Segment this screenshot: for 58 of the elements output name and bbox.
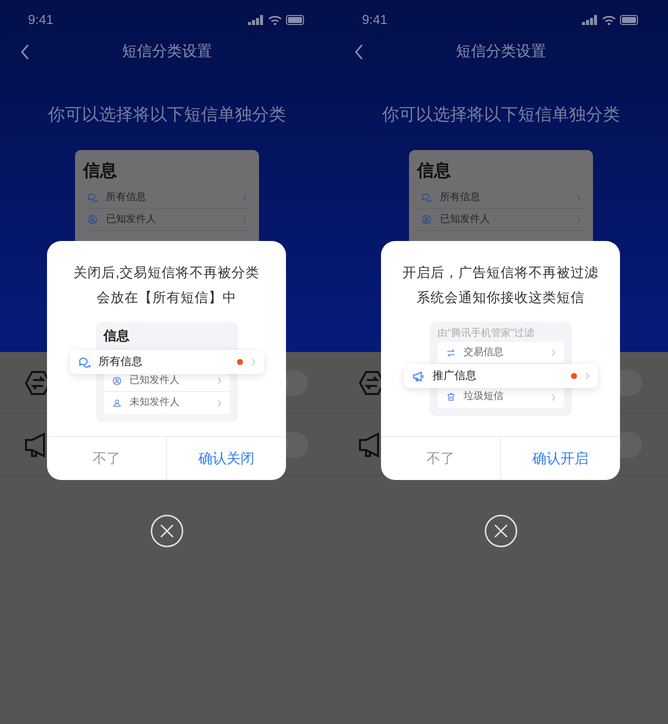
megaphone-icon: [412, 370, 424, 382]
preview-heading: 信息: [104, 327, 130, 345]
row-label: 垃圾短信: [464, 392, 504, 402]
person-icon: [112, 376, 122, 386]
signal-icon: [582, 15, 598, 25]
row-label: 所有信息: [106, 190, 147, 205]
row-label: 未知发件人: [130, 398, 180, 408]
chat-bubbles-icon: [87, 192, 98, 203]
close-icon[interactable]: [150, 514, 184, 548]
status-time: 9:41: [362, 11, 388, 30]
back-icon[interactable]: [354, 44, 364, 60]
battery-icon: [620, 15, 640, 25]
person-icon: [112, 398, 122, 408]
chevron-right-icon: [576, 216, 581, 223]
subtitle: 你可以选择将以下短信单独分类: [47, 104, 287, 126]
chevron-right-icon: [216, 400, 222, 406]
dialog-message: 系统会通知你接收这类短信: [416, 289, 584, 306]
row-label: 所有信息: [98, 356, 144, 368]
preview-caption: 由“腾讯手机管家”过滤: [438, 326, 536, 341]
cancel-button[interactable]: 不了: [47, 437, 166, 480]
chevron-right-icon: [550, 394, 556, 400]
chat-bubbles-icon: [78, 356, 90, 368]
person-icon: [421, 214, 432, 225]
dialog-message: 开启后，广告短信将不再被过滤: [402, 264, 598, 281]
card-title: 信息: [83, 160, 118, 182]
chevron-right-icon: [584, 372, 590, 380]
row-label: 交易信息: [464, 348, 504, 358]
dialog-message: 关闭后,交易短信将不再被分类: [74, 264, 260, 281]
chevron-right-icon: [242, 216, 247, 223]
chevron-right-icon: [250, 358, 256, 366]
row-label: 已知发件人: [130, 376, 180, 386]
trash-icon: [446, 392, 456, 402]
row-label: 已知发件人: [440, 213, 491, 227]
chevron-right-icon: [216, 377, 222, 384]
dialog-message: 会放在【所有短信】中: [96, 289, 236, 306]
wifi-icon: [268, 15, 282, 25]
swap-arrows-icon: [446, 348, 456, 358]
chevron-right-icon: [576, 194, 581, 201]
card-title: 信息: [417, 160, 452, 182]
chevron-right-icon: [550, 349, 556, 356]
person-icon: [87, 214, 98, 225]
chevron-right-icon: [242, 194, 247, 201]
row-label: 已知发件人: [106, 213, 157, 227]
back-icon[interactable]: [20, 44, 30, 60]
wifi-icon: [602, 15, 616, 25]
page-title: 短信分类设置: [122, 42, 212, 62]
chat-bubbles-icon: [421, 192, 432, 203]
confirm-button[interactable]: 确认关闭: [166, 437, 286, 480]
battery-icon: [286, 15, 306, 25]
signal-icon: [248, 15, 264, 25]
page-title: 短信分类设置: [456, 42, 546, 62]
cancel-button[interactable]: 不了: [381, 437, 500, 480]
status-time: 9:41: [28, 11, 54, 30]
row-label: 推广信息: [432, 370, 478, 382]
confirm-button[interactable]: 确认开启: [500, 437, 620, 480]
row-label: 所有信息: [440, 190, 481, 205]
close-icon[interactable]: [484, 514, 518, 548]
subtitle: 你可以选择将以下短信单独分类: [381, 104, 621, 126]
